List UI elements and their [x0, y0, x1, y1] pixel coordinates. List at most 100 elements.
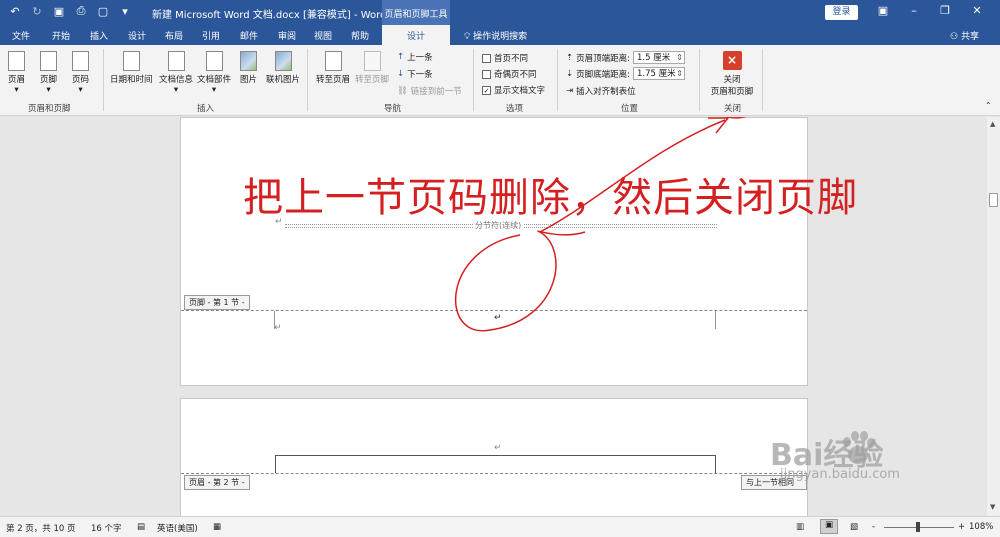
tab-layout[interactable]: 布局 [165, 29, 183, 42]
group-label-hf: 页眉和页脚 [28, 104, 71, 114]
annotation-instruction: 把上一节页码删除，然后关闭页脚 [243, 175, 858, 221]
print-layout-icon[interactable]: ▣ [820, 519, 838, 534]
page-number-icon [72, 51, 89, 71]
link-previous-button[interactable]: ⛓ 链接到前一节 [397, 85, 462, 97]
tell-me-search[interactable]: 💡︎ 操作说明搜索 [464, 29, 527, 42]
picture-label: 图片 [240, 75, 258, 85]
scroll-down-icon[interactable]: ▼ [990, 503, 995, 511]
doc-info-button[interactable]: 文档信息 ▾ [159, 51, 193, 95]
annotation-circle-close [698, 117, 772, 119]
goto-header-label: 转至页眉 [316, 75, 351, 85]
show-doc-text-label: 显示文档文字 [494, 86, 546, 96]
align-tab-icon: ⇥ [566, 86, 574, 96]
save-icon[interactable]: ▣ [52, 5, 66, 18]
tab-mailings[interactable]: 邮件 [240, 29, 258, 42]
zoom-in-button[interactable]: + [958, 522, 965, 532]
proofing-icon[interactable]: ▤ [137, 522, 145, 532]
close-window-icon[interactable]: ✕ [970, 4, 984, 17]
tab-hf-design[interactable]: 设计 [382, 25, 450, 45]
lightbulb-icon: 💡︎ [464, 32, 474, 42]
vertical-scrollbar[interactable]: ▲ ▼ [987, 117, 1000, 516]
new-doc-icon[interactable]: ▢ [96, 5, 110, 18]
close-header-footer-button[interactable]: × 关闭 页眉和页脚 [708, 49, 756, 97]
goto-header-button[interactable]: 转至页眉 [316, 51, 350, 85]
language[interactable]: 英语(美国) [157, 522, 198, 534]
tab-references[interactable]: 引用 [202, 29, 220, 42]
tab-review[interactable]: 审阅 [278, 29, 296, 42]
zoom-slider-knob[interactable] [916, 522, 920, 532]
arrow-down-icon: ↓ [397, 69, 405, 79]
divider [557, 49, 558, 111]
previous-button[interactable]: ↑ 上一条 [397, 51, 433, 63]
tab-help[interactable]: 帮助 [351, 29, 369, 42]
macro-icon[interactable]: ▦ [213, 522, 221, 532]
tab-design-doc[interactable]: 设计 [128, 29, 146, 42]
person-icon: ⚇ [950, 32, 961, 42]
first-page-different-checkbox[interactable]: 首页不同 [482, 52, 528, 64]
close-label-line1: 关闭 [723, 75, 741, 85]
ribbon: 页眉 ▾ 页脚 ▾ 页码 ▾ 页眉和页脚 日期和时间 文档信息 ▾ 文档部件 ▾ 图片 联… [0, 45, 1000, 116]
odd-even-checkbox[interactable]: 奇偶页不同 [482, 68, 537, 80]
footer-bottom-label: 页脚底端距离: [576, 69, 630, 80]
header-button[interactable]: 页眉 ▾ [8, 51, 25, 95]
insert-align-tab-label: 插入对齐制表位 [576, 87, 636, 97]
undo-icon[interactable]: ↶ [8, 5, 22, 18]
minimize-icon[interactable]: – [907, 4, 921, 17]
online-picture-label: 联机图片 [266, 75, 301, 85]
collapse-ribbon-icon[interactable]: ⌃ [985, 101, 992, 110]
goto-footer-label: 转至页脚 [355, 75, 390, 85]
print-icon[interactable]: ⎙ [74, 4, 88, 18]
footer-button[interactable]: 页脚 ▾ [40, 51, 57, 95]
read-mode-icon[interactable]: ▥ [796, 522, 804, 532]
date-time-button[interactable]: 日期和时间 [110, 51, 153, 85]
goto-footer-button[interactable]: 转至页脚 [355, 51, 389, 85]
online-picture-button[interactable]: 联机图片 [266, 51, 300, 85]
picture-icon [240, 51, 257, 71]
tab-home[interactable]: 开始 [52, 29, 70, 42]
restore-icon[interactable]: ❐ [938, 4, 952, 17]
divider [103, 49, 104, 111]
scroll-thumb[interactable] [989, 193, 998, 207]
page-count[interactable]: 第 2 页，共 10 页 [6, 522, 76, 534]
group-label-close: 关闭 [724, 104, 742, 114]
close-label-line2: 页眉和页脚 [710, 87, 754, 97]
annotation-circle-footer [454, 230, 586, 332]
divider [473, 49, 474, 111]
footer-distance-icon: ⇣ [566, 68, 574, 79]
scroll-up-icon[interactable]: ▲ [990, 120, 995, 128]
page-number-label: 页码 [72, 75, 90, 85]
tab-insert[interactable]: 插入 [90, 29, 108, 42]
insert-align-tab-button[interactable]: ⇥ 插入对齐制表位 [566, 85, 636, 97]
header-top-input[interactable]: 1.5 厘米 [633, 51, 685, 64]
next-button[interactable]: ↓ 下一条 [397, 68, 433, 80]
quick-access-toolbar: ↶ ↻ ▣ ⎙ ▢ ▾ [8, 4, 132, 18]
zoom-out-button[interactable]: - [872, 522, 875, 532]
login-button[interactable]: 登录 [825, 5, 858, 20]
picture-button[interactable]: 图片 [240, 51, 257, 85]
group-label-options: 选项 [506, 104, 524, 114]
footer-bottom-input[interactable]: 1.75 厘米 [633, 67, 685, 80]
zoom-level[interactable]: 108% [969, 522, 993, 532]
share-button[interactable]: ⚇ 共享 [950, 29, 979, 42]
odd-even-label: 奇偶页不同 [494, 70, 537, 80]
header-top-label: 页眉顶端距离: [576, 53, 630, 64]
ribbon-display-icon[interactable]: ▣ [876, 4, 890, 17]
calendar-icon [122, 51, 140, 71]
show-doc-text-checkbox[interactable]: ✓ 显示文档文字 [482, 84, 545, 96]
customize-icon[interactable]: ▾ [118, 5, 132, 18]
header-label: 页眉 [8, 75, 26, 85]
date-time-label: 日期和时间 [110, 75, 153, 85]
word-count[interactable]: 16 个字 [91, 522, 122, 534]
previous-label: 上一条 [407, 53, 433, 63]
first-page-label: 首页不同 [494, 54, 529, 64]
arrow-up-icon: ↑ [397, 52, 405, 62]
quick-parts-icon [205, 51, 223, 71]
footer-icon [40, 51, 57, 71]
tab-file[interactable]: 文件 [12, 29, 30, 42]
page-number-button[interactable]: 页码 ▾ [72, 51, 89, 95]
header-icon [8, 51, 25, 71]
tab-view[interactable]: 视图 [314, 29, 332, 42]
redo-icon[interactable]: ↻ [30, 5, 44, 18]
web-layout-icon[interactable]: ▧ [850, 522, 858, 532]
quick-parts-button[interactable]: 文档部件 ▾ [197, 51, 231, 95]
